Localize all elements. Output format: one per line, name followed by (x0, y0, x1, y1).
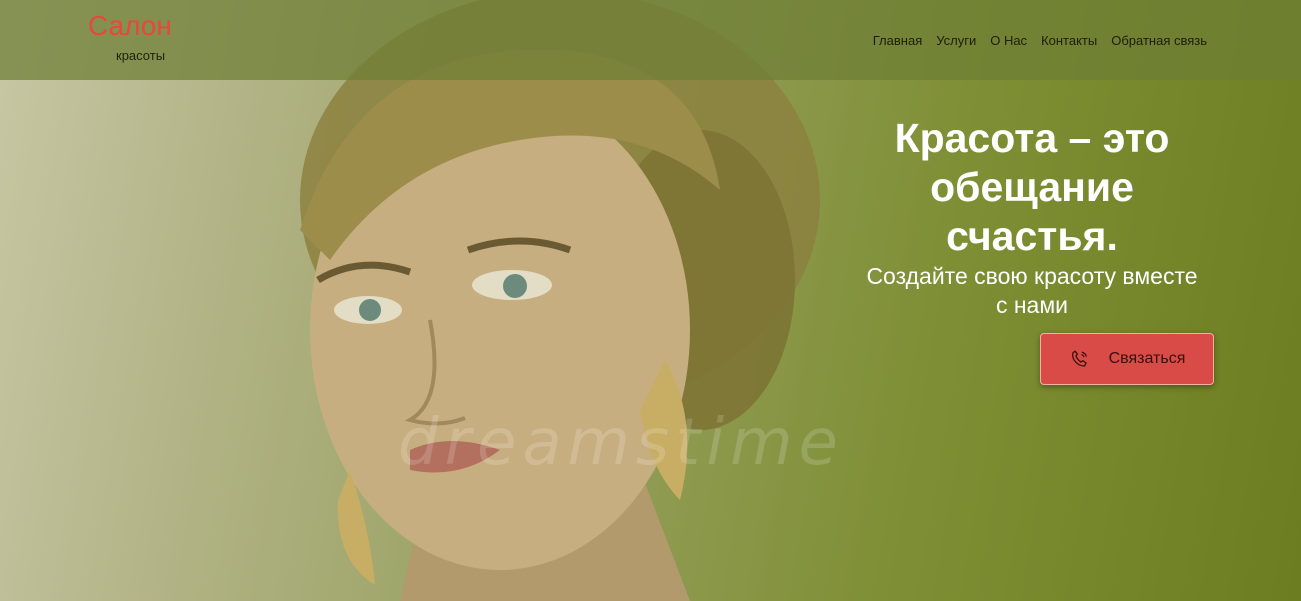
nav-link-services[interactable]: Услуги (936, 33, 976, 48)
logo-title[interactable]: Салон (88, 10, 172, 42)
nav-link-contacts[interactable]: Контакты (1041, 33, 1097, 48)
hero-subline: Создайте свою красоту вместе с нами (866, 263, 1198, 319)
phone-icon (1071, 350, 1087, 367)
watermark-text: dreamstime (398, 406, 844, 480)
hero-section: dreamstime Салон красоты Главная Услуги … (0, 0, 1301, 601)
nav-link-feedback[interactable]: Обратная связь (1111, 33, 1207, 48)
contact-button[interactable]: Связаться (1040, 333, 1214, 385)
main-nav: Главная Услуги О Нас Контакты Обратная с… (873, 33, 1207, 48)
hero-headline: Красота – это обещание счастья. (894, 115, 1170, 260)
nav-link-about[interactable]: О Нас (990, 33, 1027, 48)
site-header: Салон красоты Главная Услуги О Нас Конта… (0, 0, 1301, 80)
logo-subtitle: красоты (116, 48, 166, 63)
contact-button-label: Связаться (1108, 350, 1186, 367)
nav-link-home[interactable]: Главная (873, 33, 922, 48)
